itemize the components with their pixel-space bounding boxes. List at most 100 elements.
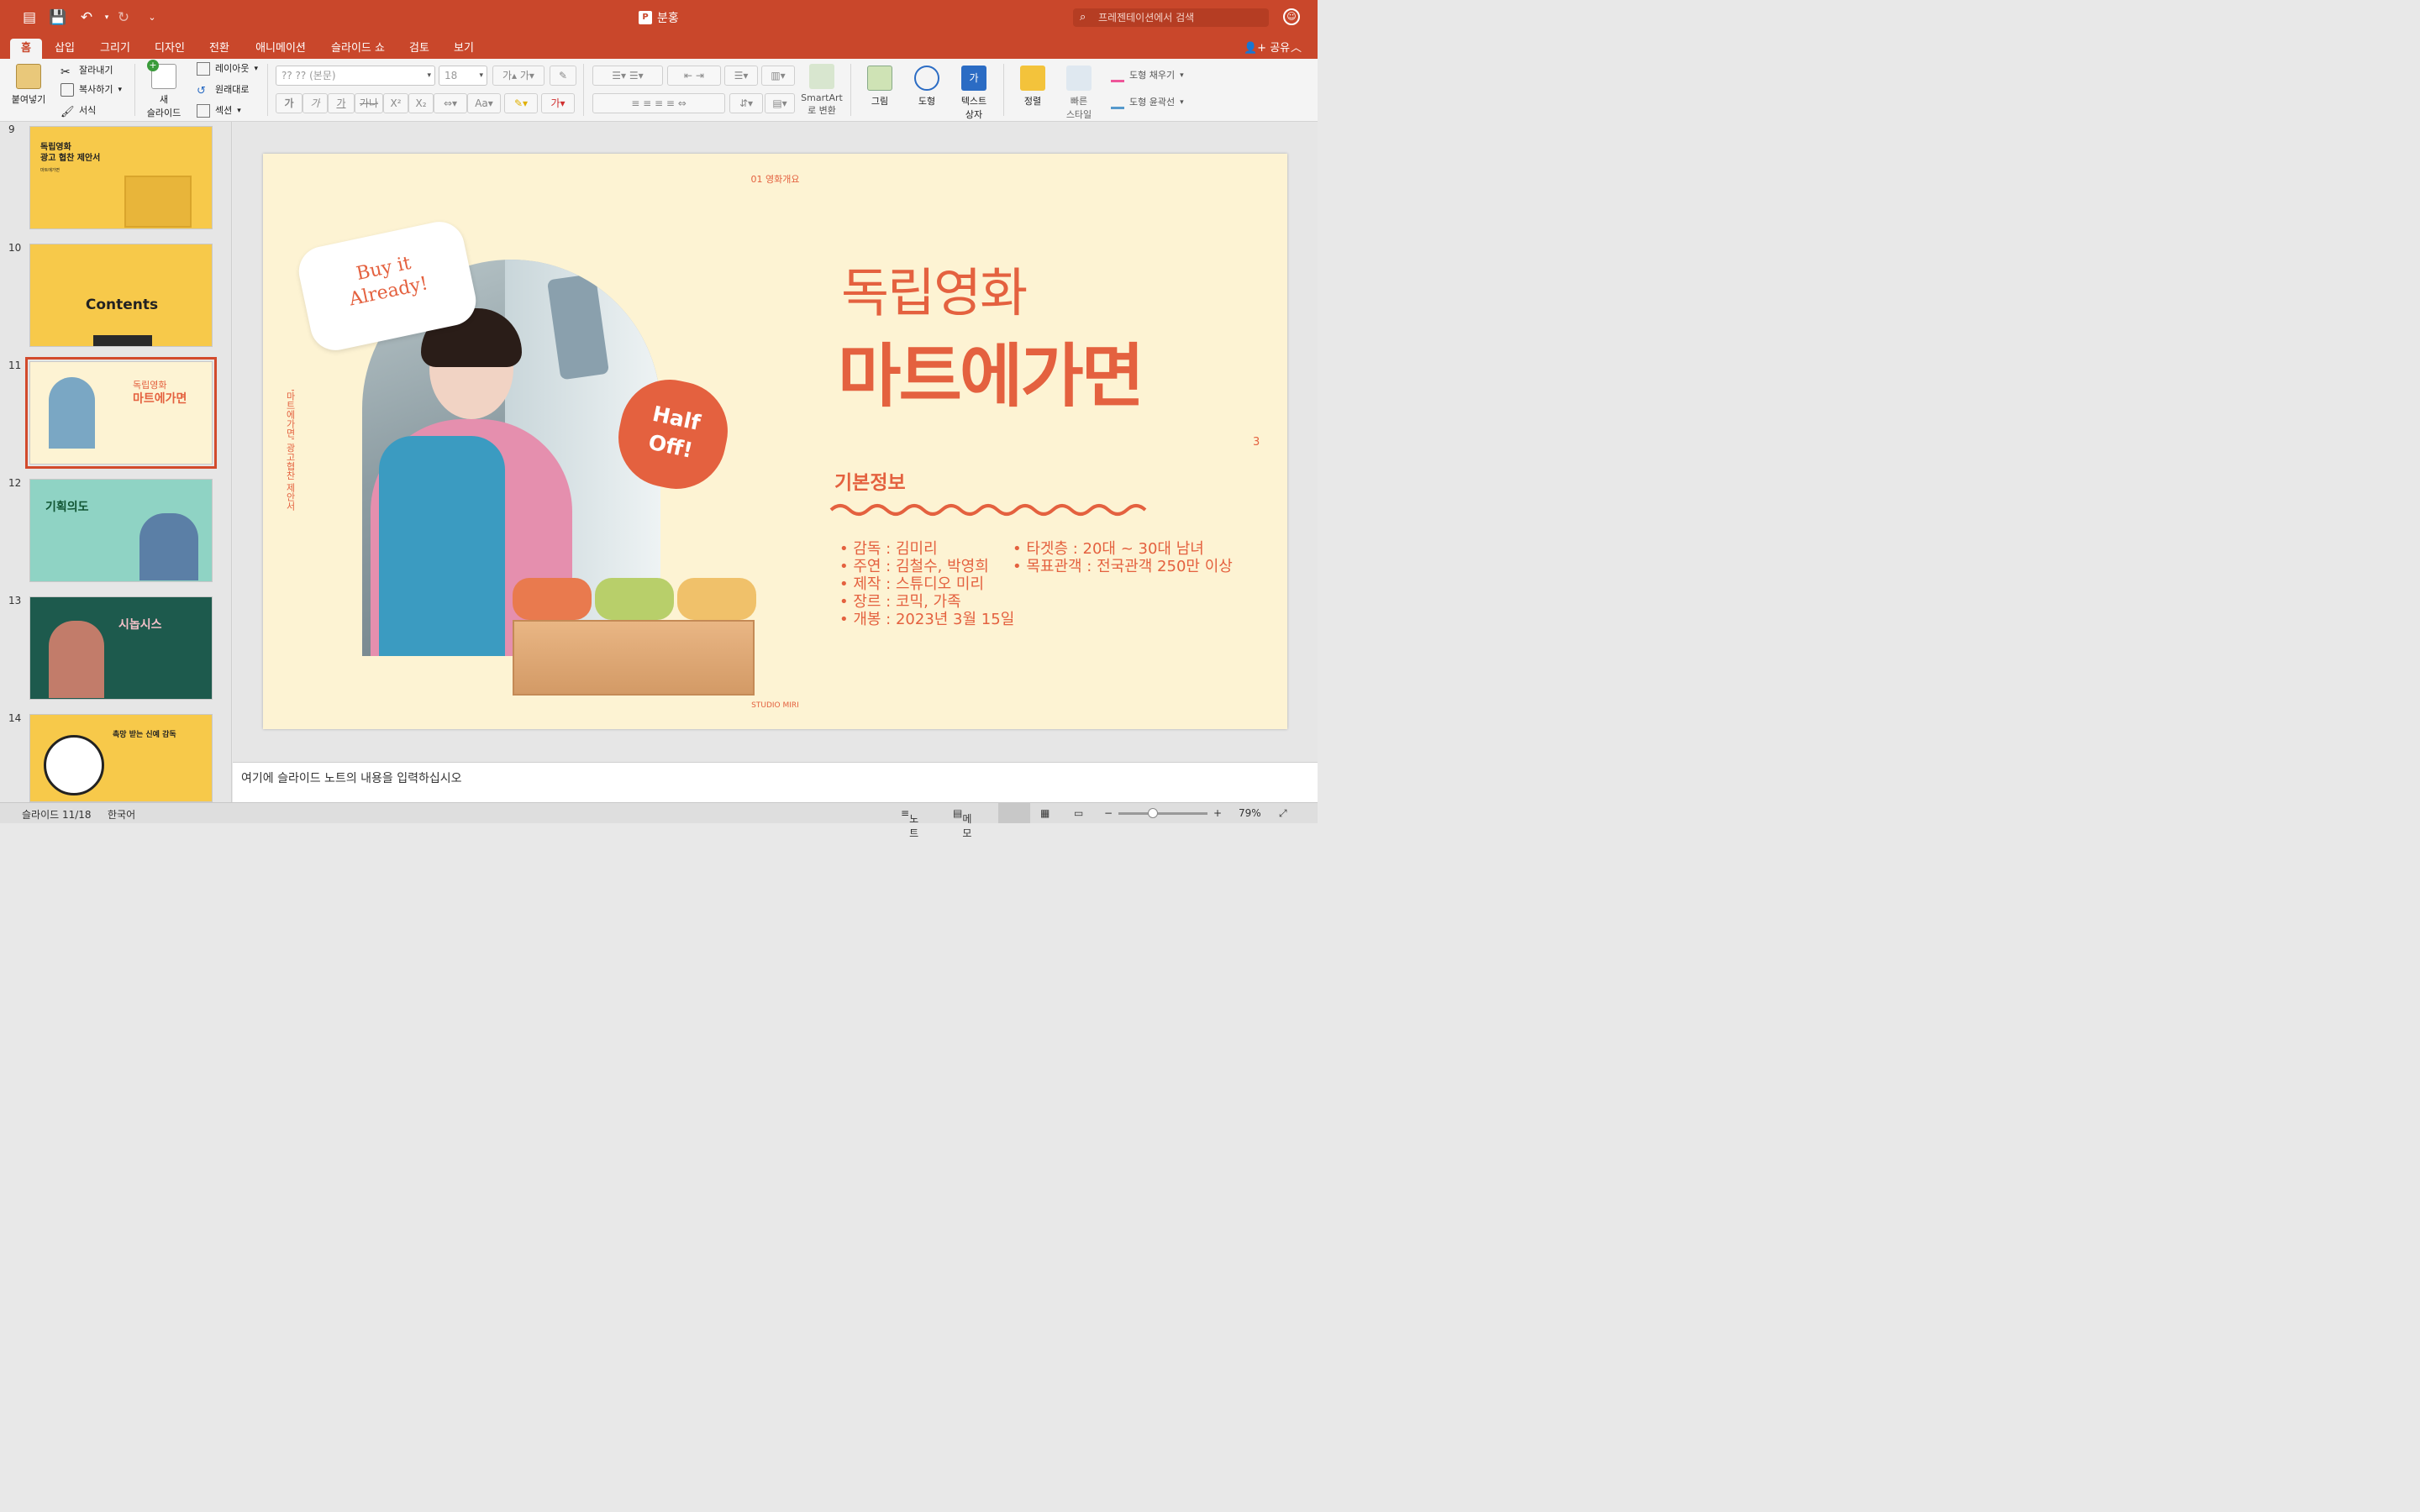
collapse-ribbon-icon[interactable]: ︿ — [1291, 39, 1302, 59]
undo-dropdown-icon[interactable]: ▾ — [97, 8, 116, 27]
arrange-icon — [1020, 66, 1045, 91]
save-icon[interactable]: 💾 — [49, 8, 67, 27]
shape-button[interactable]: 도형 — [908, 66, 946, 108]
section-label[interactable]: 01 영화개요 — [263, 172, 1287, 186]
copy-button[interactable]: 복사하기 ▾ — [60, 81, 122, 98]
slide-thumbnail-11[interactable]: 독립영화 마트에가면 — [25, 357, 217, 469]
info-item: • 타겟층 : 20대 ~ 30대 남녀 — [1013, 540, 1204, 558]
layout-button[interactable]: 레이아웃 ▾ — [197, 60, 258, 77]
zoom-level[interactable]: 79% — [1239, 807, 1261, 819]
columns-button[interactable]: ▥▾ — [761, 66, 795, 86]
notes-pane[interactable]: 여기에 슬라이드 노트의 내용을 입력하십시오 — [233, 762, 1318, 802]
sidebar-toggle-icon[interactable]: ▤ — [20, 8, 39, 27]
slide-canvas[interactable]: 01 영화개요 '마트에가면' 광고협찬 제안서 Buy it Already! … — [263, 154, 1287, 729]
redo-icon[interactable]: ↻ — [114, 8, 133, 27]
arrange-button[interactable]: 정렬 — [1013, 66, 1052, 108]
page-number[interactable]: 3 — [1253, 436, 1260, 449]
separator — [850, 64, 851, 116]
customize-toolbar-icon[interactable]: ⌄ — [143, 8, 161, 27]
superscript-button[interactable]: X² — [383, 93, 408, 113]
slide-counter: 슬라이드 11/18 — [22, 809, 92, 821]
italic-button[interactable]: 가 — [302, 93, 328, 113]
info-item: • 제작 : 스튜디오 미리 — [839, 575, 985, 593]
copy-icon — [60, 83, 74, 97]
slideshow-view-icon[interactable]: ▭ — [1074, 807, 1083, 819]
tab-animations[interactable]: 애니메이션 — [249, 39, 313, 59]
language-indicator[interactable]: 한국어 — [108, 807, 135, 822]
share-button[interactable]: 👤+ 공유 — [1244, 39, 1290, 59]
clear-format-button[interactable]: ✎ — [550, 66, 576, 86]
tab-home[interactable]: 홈 — [10, 39, 42, 59]
shape-outline-button[interactable]: 도형 윤곽선 ▾ — [1111, 94, 1184, 111]
search-input[interactable]: ⌕ 프레젠테이션에서 검색 — [1073, 8, 1269, 27]
font-color-button[interactable]: 가▾ — [541, 93, 575, 113]
tab-insert[interactable]: 삽입 — [47, 39, 82, 59]
font-size-grow-shrink[interactable]: 가▴ 가▾ — [492, 66, 544, 86]
slide-subtitle[interactable]: 독립영화 — [841, 250, 1028, 326]
zoom-in-icon[interactable]: + — [1213, 807, 1222, 819]
zoom-slider-thumb[interactable] — [1148, 808, 1158, 818]
smartart-button[interactable]: SmartArt 로 변환 — [798, 64, 845, 117]
info-item: • 감독 : 김미리 — [839, 540, 938, 558]
feedback-smiley-icon[interactable]: ☺ — [1283, 8, 1300, 25]
zoom-slider[interactable] — [1118, 812, 1207, 815]
text-direction-button[interactable]: ⇵▾ — [729, 93, 763, 113]
tab-review[interactable]: 검토 — [403, 39, 435, 59]
indent-buttons[interactable]: ⇤ ⇥ — [667, 66, 721, 86]
paste-button[interactable]: 붙여넣기 — [8, 64, 49, 106]
slide-thumbnail-13[interactable]: 시놉시스 — [29, 596, 213, 700]
info-heading[interactable]: 기본정보 — [834, 466, 906, 495]
zoom-out-icon[interactable]: − — [1104, 807, 1113, 819]
section-button[interactable]: 섹션 ▾ — [197, 102, 241, 119]
normal-view-button[interactable] — [998, 803, 1030, 823]
shape-fill-button[interactable]: 도형 채우기 ▾ — [1111, 67, 1184, 84]
strikethrough-button[interactable]: 가나 — [355, 93, 383, 113]
char-spacing-button[interactable]: ⇔▾ — [434, 93, 467, 113]
change-case-button[interactable]: Aa▾ — [467, 93, 501, 113]
slide-thumbnail-9[interactable]: 독립영화 광고 협찬 제안서 마트에가면 — [29, 126, 213, 229]
tab-design[interactable]: 디자인 — [148, 39, 192, 59]
textbox-button[interactable]: 가 텍스트 상자 — [955, 66, 993, 121]
tab-draw[interactable]: 그리기 — [92, 39, 138, 59]
picture-button[interactable]: 그림 — [860, 66, 899, 108]
tab-transitions[interactable]: 전환 — [202, 39, 237, 59]
format-painter-button[interactable]: 🖌 서식 — [60, 102, 96, 119]
separator — [267, 64, 268, 116]
slide-thumbnail-12[interactable]: 기획의도 — [29, 479, 213, 582]
comments-toggle[interactable]: ▤ 메모 — [953, 807, 971, 839]
paint-bucket-icon — [1111, 69, 1124, 82]
new-slide-button[interactable]: + 새 슬라이드 — [143, 60, 185, 119]
bullets-numbering[interactable]: ☰▾ ☰▾ — [592, 66, 663, 86]
fit-to-window-icon[interactable]: ⤢ — [1279, 807, 1287, 820]
underline-button[interactable]: 가 — [328, 93, 355, 113]
blue-apron — [379, 436, 505, 656]
subscript-button[interactable]: X₂ — [408, 93, 434, 113]
slide-sorter-icon[interactable]: ▦ — [1040, 807, 1050, 819]
font-size-select[interactable]: 18 ▾ — [439, 66, 487, 86]
line-spacing-button[interactable]: ☰▾ — [724, 66, 758, 86]
slide-footer[interactable]: STUDIO MIRI — [263, 701, 1287, 710]
slide-thumbnail-pane[interactable]: 9 독립영화 광고 협찬 제안서 마트에가면 10 Contents 11 독립영… — [0, 122, 232, 802]
slide-thumbnail-14[interactable]: 촉망 받는 신예 감독 — [29, 714, 213, 802]
info-list-right[interactable]: • 타겟층 : 20대 ~ 30대 남녀 • 목표관객 : 전국관객 250만 … — [1013, 540, 1233, 575]
notes-toggle[interactable]: ≡ 노트 — [901, 807, 918, 839]
textbox-icon: 가 — [961, 66, 986, 91]
reset-button[interactable]: ↺ 원래대로 — [197, 81, 249, 98]
tab-slideshow[interactable]: 슬라이드 쇼 — [324, 39, 392, 59]
info-list-left[interactable]: • 감독 : 김미리 • 주연 : 김철수, 박영희 • 제작 : 스튜디오 미… — [839, 540, 1014, 628]
slide-thumbnail-10[interactable]: Contents — [29, 244, 213, 347]
side-caption[interactable]: '마트에가면' 광고협찬 제안서 — [283, 389, 297, 511]
highlight-button[interactable]: ✎▾ — [504, 93, 538, 113]
undo-icon[interactable]: ↶ — [77, 8, 96, 27]
bold-button[interactable]: 가 — [276, 93, 302, 113]
tab-view[interactable]: 보기 — [447, 39, 481, 59]
info-item: • 장르 : 코믹, 가족 — [839, 593, 961, 611]
fruit-crate-image[interactable] — [513, 578, 756, 696]
info-item: • 개봉 : 2023년 3월 15일 — [839, 611, 1015, 628]
quick-styles-button[interactable]: 빠른 스타일 — [1059, 66, 1099, 121]
cut-button[interactable]: ✂ 잘라내기 — [60, 62, 113, 79]
align-text-button[interactable]: ▤▾ — [765, 93, 795, 113]
font-name-select[interactable]: ?? ?? (본문) ▾ — [276, 66, 435, 86]
alignment-buttons[interactable]: ≡ ≡ ≡ ≡ ⇔ — [592, 93, 725, 113]
slide-title[interactable]: 마트에가면 — [838, 320, 1144, 420]
